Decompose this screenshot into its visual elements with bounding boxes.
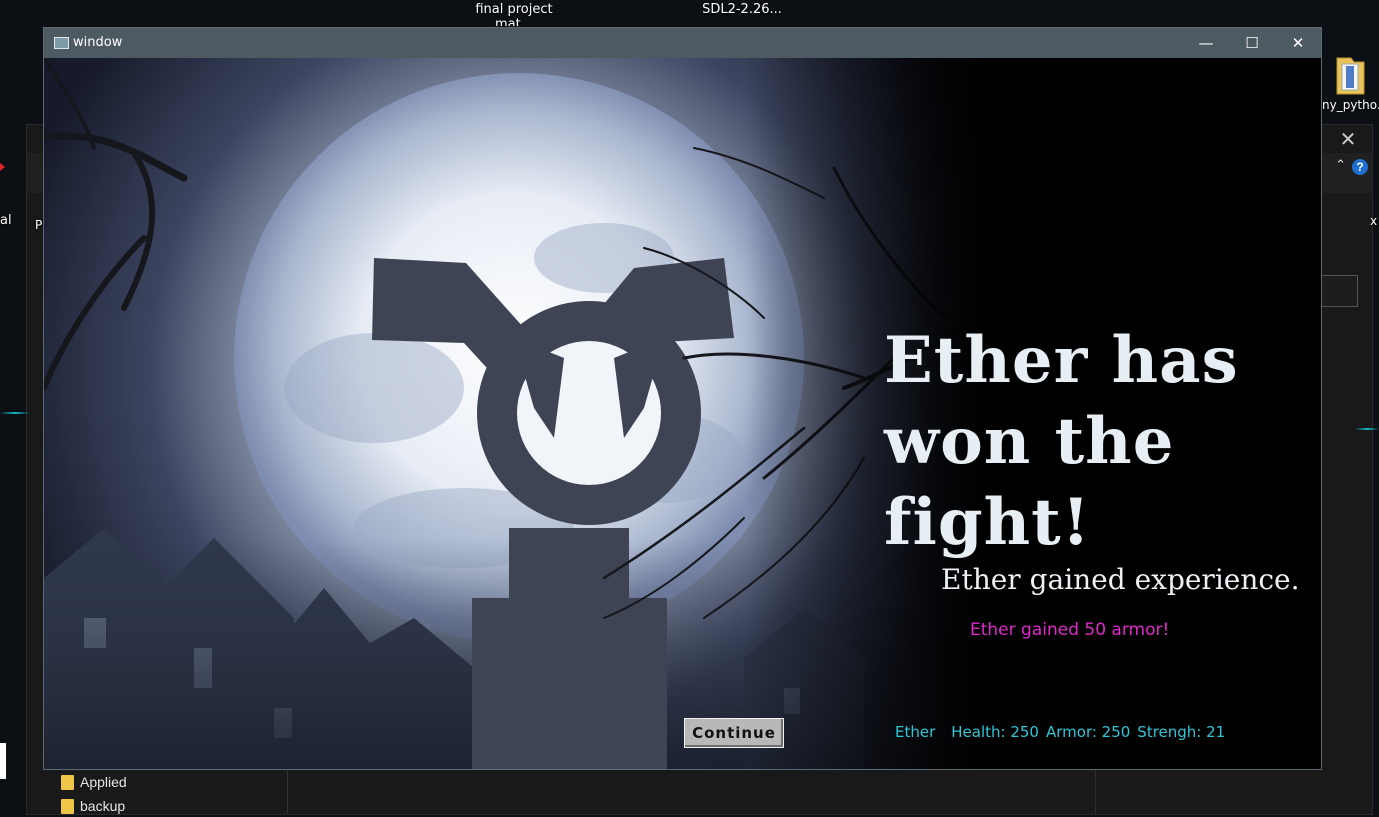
minimize-button[interactable]: —	[1183, 28, 1229, 58]
desktop-icon-sdl2[interactable]: SDL2-2.26...	[690, 2, 794, 17]
desktop-glow-line	[1355, 428, 1379, 430]
window-app-icon	[54, 37, 69, 49]
window-title: window	[73, 35, 123, 50]
desktop-icon-label: ny_pytho...	[1322, 98, 1379, 112]
maximize-button[interactable]: ☐	[1229, 28, 1275, 58]
pane-divider	[1095, 765, 1096, 814]
game-window[interactable]: window — ☐ ✕ Ether has won the fight! Et…	[43, 27, 1322, 770]
desktop-file-icon[interactable]	[0, 743, 6, 779]
folder-item-applied[interactable]: Applied	[61, 771, 127, 793]
zip-folder-icon	[1336, 57, 1365, 95]
desktop-icon-python-project[interactable]: ny_pytho...	[1322, 50, 1379, 118]
help-icon[interactable]: ?	[1352, 159, 1368, 175]
folder-label: backup	[80, 798, 126, 814]
title-bar[interactable]: window — ☐ ✕	[44, 28, 1321, 58]
folder-icon	[61, 774, 74, 790]
folder-item-backup[interactable]: backup	[61, 795, 125, 817]
chevron-up-icon[interactable]: ⌃	[1335, 157, 1346, 173]
reward-message: Ether gained 50 armor!	[970, 620, 1170, 640]
stat-health: Health: 250	[951, 723, 1039, 741]
stat-player-name: Ether	[895, 723, 936, 741]
folder-label: Applied	[80, 774, 127, 790]
stat-strength: Strengh: 21	[1137, 723, 1226, 741]
victory-headline: Ether has won the fight!	[884, 323, 1239, 560]
left-edge-label: al	[0, 213, 12, 228]
victory-screen: Ether has won the fight! Ether gained ex…	[44, 58, 1321, 769]
right-edge-label: x	[1370, 214, 1378, 228]
folder-icon	[61, 798, 74, 814]
desktop-glow-line	[0, 412, 30, 414]
red-indicator-icon	[0, 163, 5, 171]
player-stats: Ether Health: 250 Armor: 250 Strengh: 21	[895, 723, 1315, 741]
background-close-button[interactable]: ✕	[1336, 127, 1360, 152]
continue-button[interactable]: Continue	[684, 718, 784, 748]
close-button[interactable]: ✕	[1275, 28, 1321, 58]
desktop-icon-final-project[interactable]: final project mat...	[462, 2, 566, 26]
background-search-box[interactable]	[1318, 275, 1358, 307]
experience-message: Ether gained experience.	[941, 563, 1300, 596]
stat-armor: Armor: 250	[1045, 723, 1131, 741]
